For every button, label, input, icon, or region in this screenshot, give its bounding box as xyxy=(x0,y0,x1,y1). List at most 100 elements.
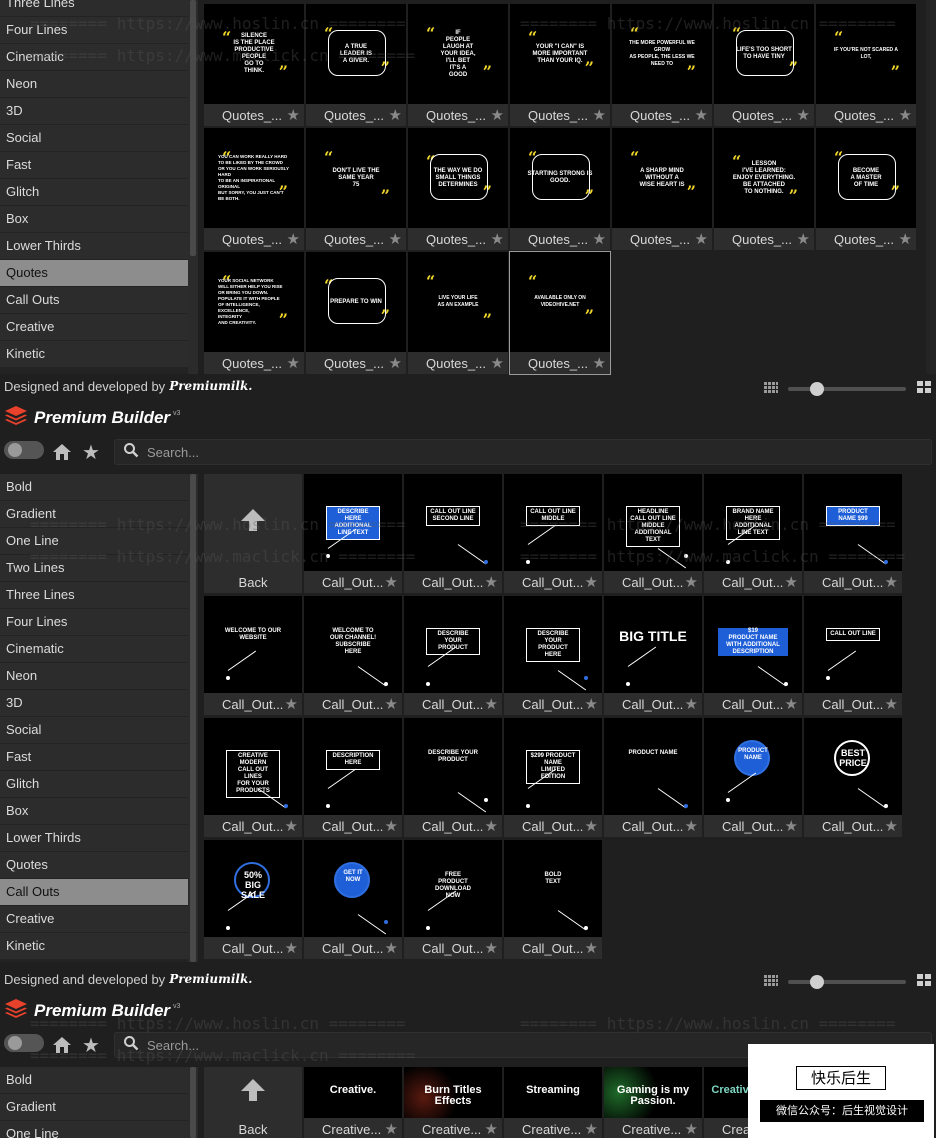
back-tile[interactable]: Back xyxy=(204,1067,302,1138)
sidebar-item-3d[interactable]: 3D xyxy=(0,690,188,716)
template-thumbnail[interactable]: “BECOME A MASTER OF TIME” xyxy=(816,128,916,228)
favorites-star-icon[interactable]: ★ xyxy=(82,1033,100,1058)
sidebar-item-cinematic[interactable]: Cinematic xyxy=(0,44,188,70)
template-tile[interactable]: Burn Titles Effects Creative... ★ xyxy=(404,1067,502,1138)
template-thumbnail[interactable]: GET IT NOW xyxy=(304,840,402,937)
sidebar-item-creative[interactable]: Creative xyxy=(0,906,188,932)
template-tile[interactable]: PRODUCT NAME Call_Out... ★ xyxy=(704,718,802,837)
sidebar-scrollbar-2[interactable] xyxy=(188,474,198,962)
template-tile[interactable]: DESCRIBE YOUR PRODUCT Call_Out...★ xyxy=(404,596,502,715)
sidebar-item-three-lines[interactable]: Three Lines xyxy=(0,0,188,16)
grid-scrollbar-1[interactable] xyxy=(926,0,936,374)
sidebar-item-cinematic[interactable]: Cinematic xyxy=(0,636,188,662)
favorite-star-icon[interactable]: ★ xyxy=(491,232,504,247)
favorite-star-icon[interactable]: ★ xyxy=(385,697,398,712)
thumbnail-size-slider-2[interactable] xyxy=(788,975,906,989)
template-tile[interactable]: “YOUR "I CAN" IS MORE IMPORTANT THAN YOU… xyxy=(510,4,610,126)
sidebar-item-box[interactable]: Box xyxy=(0,206,188,232)
template-thumbnail[interactable]: BRAND NAME HERE ADDITIONAL LINE TEXT xyxy=(704,474,802,571)
template-tile[interactable]: “THE MORE POWERFUL WE GROW AS PEOPLE, TH… xyxy=(612,4,712,126)
template-tile[interactable]: DESCRIPTION HERE Call_Out... ★ xyxy=(304,718,402,837)
template-tile[interactable]: “IF YOU'RE NOT SCARED A LOT,” Quotes_... ★ xyxy=(816,4,916,126)
template-thumbnail[interactable]: $19 PRODUCT NAME WITH ADDITIONAL DESCRIP… xyxy=(704,596,802,693)
template-thumbnail[interactable]: CALL OUT LINE MIDDLE xyxy=(504,474,602,571)
grid-size-small-icon[interactable] xyxy=(764,974,778,986)
grid-size-small-icon[interactable] xyxy=(764,381,778,393)
favorite-star-icon[interactable]: ★ xyxy=(585,575,598,590)
template-thumbnail[interactable]: “YOU CAN WORK REALLY HARD TO BE LIKED BY… xyxy=(204,128,304,228)
template-tile[interactable]: Gaming is my Passion. Creative... ★ xyxy=(604,1067,702,1138)
sidebar-item-one-line[interactable]: One Line xyxy=(0,1121,188,1138)
sidebar-item-fast[interactable]: Fast xyxy=(0,744,188,770)
template-thumbnail[interactable]: Creative. xyxy=(304,1067,402,1118)
sidebar-item-quotes[interactable]: Quotes xyxy=(0,260,188,286)
favorite-star-icon[interactable]: ★ xyxy=(593,108,606,123)
template-thumbnail[interactable]: Streaming xyxy=(504,1067,602,1118)
template-tile[interactable]: “A TRUE LEADER IS A GIVER.” Quotes_... ★ xyxy=(306,4,406,126)
template-tile[interactable]: BEST PRICE Call_Out... ★ xyxy=(804,718,902,837)
sidebar-item-call-outs[interactable]: Call Outs xyxy=(0,287,188,313)
favorite-star-icon[interactable]: ★ xyxy=(885,697,898,712)
template-tile[interactable]: DESCRIBE HERE ADDITIONAL LINE TEXT Call_O… xyxy=(304,474,402,593)
sidebar-item-gradient[interactable]: Gradient xyxy=(0,1094,188,1120)
sidebar-item-creative[interactable]: Creative xyxy=(0,314,188,340)
favorite-star-icon[interactable]: ★ xyxy=(885,819,898,834)
favorite-star-icon[interactable]: ★ xyxy=(285,941,298,956)
template-tile[interactable]: WELCOME TO OUR CHANNEL! SUBSCRIBE HERE Ca… xyxy=(304,596,402,715)
favorite-star-icon[interactable]: ★ xyxy=(385,941,398,956)
template-thumbnail[interactable]: CREATIVE MODERN CALL OUT LINES FOR YOUR … xyxy=(204,718,302,815)
template-thumbnail[interactable]: BEST PRICE xyxy=(804,718,902,815)
favorites-star-icon[interactable]: ★ xyxy=(82,440,100,465)
toggle-switch[interactable] xyxy=(4,441,44,459)
template-tile[interactable]: “LIVE YOUR LIFE AS AN EXAMPLE” Quotes_...… xyxy=(408,252,508,374)
favorite-star-icon[interactable]: ★ xyxy=(585,941,598,956)
template-thumbnail[interactable]: PRODUCT NAME xyxy=(604,718,702,815)
sidebar-item-quotes[interactable]: Quotes xyxy=(0,852,188,878)
favorite-star-icon[interactable]: ★ xyxy=(685,819,698,834)
favorite-star-icon[interactable]: ★ xyxy=(585,697,598,712)
favorite-star-icon[interactable]: ★ xyxy=(287,356,300,371)
favorite-star-icon[interactable]: ★ xyxy=(685,697,698,712)
template-tile[interactable]: 50% BIG SALE Call_Out... ★ xyxy=(204,840,302,959)
search-input[interactable]: Search... xyxy=(147,445,199,460)
template-tile[interactable]: GET IT NOW Call_Out... ★ xyxy=(304,840,402,959)
template-thumbnail[interactable]: “A SHARP MIND WITHOUT A WISE HEART IS” xyxy=(612,128,712,228)
template-tile[interactable]: BRAND NAME HERE ADDITIONAL LINE TEXT Call… xyxy=(704,474,802,593)
template-tile[interactable]: CREATIVE MODERN CALL OUT LINES FOR YOUR … xyxy=(204,718,302,837)
favorite-star-icon[interactable]: ★ xyxy=(287,232,300,247)
template-thumbnail[interactable]: “LIVE YOUR LIFE AS AN EXAMPLE” xyxy=(408,252,508,352)
sidebar-item-social[interactable]: Social xyxy=(0,125,188,151)
favorite-star-icon[interactable]: ★ xyxy=(695,108,708,123)
sidebar-item-gradient[interactable]: Gradient xyxy=(0,501,188,527)
favorite-star-icon[interactable]: ★ xyxy=(685,1122,698,1137)
template-tile[interactable]: $19 PRODUCT NAME WITH ADDITIONAL DESCRIP… xyxy=(704,596,802,715)
home-icon[interactable] xyxy=(52,1036,72,1059)
template-thumbnail[interactable]: “SILENCE IS THE PLACE PRODUCTIVE PEOPLE … xyxy=(204,4,304,104)
template-thumbnail[interactable]: 50% BIG SALE xyxy=(204,840,302,937)
template-tile[interactable]: “PREPARE TO WIN” Quotes_... ★ xyxy=(306,252,406,374)
home-icon[interactable] xyxy=(52,443,72,466)
template-tile[interactable]: “BECOME A MASTER OF TIME” Quotes_... ★ xyxy=(816,128,916,250)
template-thumbnail[interactable]: “YOUR "I CAN" IS MORE IMPORTANT THAN YOU… xyxy=(510,4,610,104)
sidebar-scrollbar-1[interactable] xyxy=(188,0,198,374)
sidebar-item-neon[interactable]: Neon xyxy=(0,71,188,97)
grid-size-large-icon[interactable] xyxy=(917,381,931,393)
template-tile[interactable]: Streaming Creative... ★ xyxy=(504,1067,602,1138)
template-thumbnail[interactable]: BOLD TEXT xyxy=(504,840,602,937)
template-thumbnail[interactable]: “IF YOU'RE NOT SCARED A LOT,” xyxy=(816,4,916,104)
template-thumbnail[interactable]: “YOUR SOCIAL NETWORK WILL EITHER HELP YO… xyxy=(204,252,304,352)
favorite-star-icon[interactable]: ★ xyxy=(287,108,300,123)
template-tile[interactable]: PRODUCT NAME $99 Call_Out... ★ xyxy=(804,474,902,593)
template-tile[interactable]: WELCOME TO OUR WEBSITE Call_Out... ★ xyxy=(204,596,302,715)
favorite-star-icon[interactable]: ★ xyxy=(899,108,912,123)
template-thumbnail[interactable]: CALL OUT LINE xyxy=(804,596,902,693)
sidebar-item-three-lines[interactable]: Three Lines xyxy=(0,582,188,608)
favorite-star-icon[interactable]: ★ xyxy=(593,232,606,247)
sidebar-item-neon[interactable]: Neon xyxy=(0,663,188,689)
template-tile[interactable]: “LIFE'S TOO SHORT TO HAVE TINY” Quotes_..… xyxy=(714,4,814,126)
template-thumbnail[interactable]: WELCOME TO OUR CHANNEL! SUBSCRIBE HERE xyxy=(304,596,402,693)
favorite-star-icon[interactable]: ★ xyxy=(285,819,298,834)
sidebar-item-lower-thirds[interactable]: Lower Thirds xyxy=(0,233,188,259)
template-thumbnail[interactable]: $299 PRODUCT NAME LIMITED EDITION xyxy=(504,718,602,815)
template-thumbnail[interactable]: “LIFE'S TOO SHORT TO HAVE TINY” xyxy=(714,4,814,104)
